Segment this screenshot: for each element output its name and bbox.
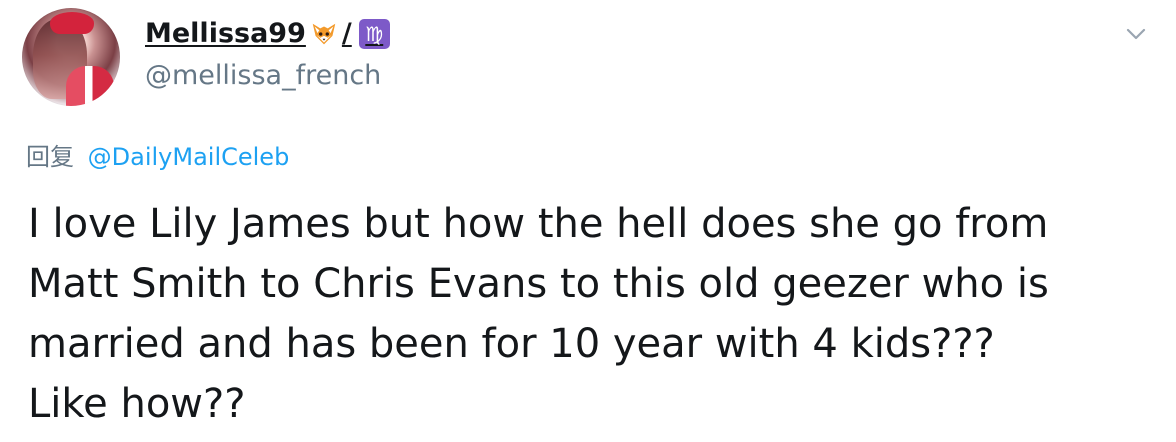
reply-prefix: 回复	[26, 143, 74, 171]
tweet-card: Mellissa99 / ♍ @mellissa_french 回复 @Dail…	[0, 0, 1176, 442]
reply-mention-link[interactable]: @DailyMailCeleb	[88, 143, 290, 171]
tweet-text: I love Lily James but how the hell does …	[28, 194, 1158, 434]
username-link[interactable]: @mellissa_french	[145, 60, 381, 92]
tweet-text-line: Matt Smith to Chris Evans to this old ge…	[28, 261, 1049, 307]
avatar[interactable]	[22, 8, 120, 106]
tweet-text-line: I love Lily James but how the hell does …	[28, 201, 1049, 247]
reply-context: 回复 @DailyMailCeleb	[26, 142, 289, 172]
virgo-zodiac-icon: ♍	[358, 19, 390, 49]
avatar-shirt	[66, 66, 114, 106]
tweet-text-line: Like how??	[28, 381, 246, 427]
fox-emoji-icon	[312, 23, 336, 45]
display-name-link[interactable]: Mellissa99 / ♍	[145, 18, 390, 50]
display-name: Mellissa99	[145, 18, 306, 49]
avatar-cap	[50, 12, 94, 34]
display-name-separator: /	[341, 18, 352, 49]
chevron-down-icon[interactable]	[1124, 22, 1148, 46]
tweet-text-line: married and has been for 10 year with 4 …	[28, 321, 995, 367]
